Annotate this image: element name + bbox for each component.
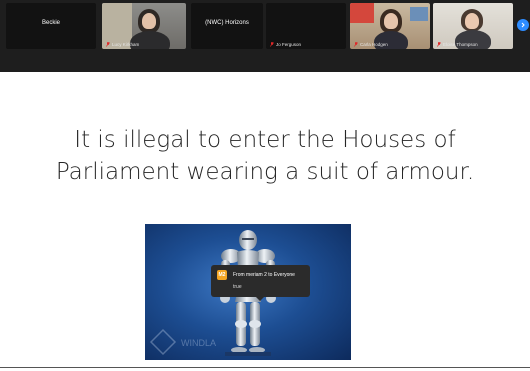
person-face bbox=[384, 13, 398, 29]
person-face bbox=[465, 13, 479, 29]
mic-muted-icon bbox=[270, 42, 274, 47]
next-page-button[interactable] bbox=[517, 19, 529, 31]
chat-message: true bbox=[233, 284, 242, 290]
participant-tile-eloise[interactable]: Eloise Thompson bbox=[433, 3, 513, 49]
participant-caption: Carla Hodgen bbox=[354, 42, 388, 47]
participant-caption: Jo Ferguson bbox=[270, 42, 301, 47]
participant-tile-nwc-horizons[interactable]: (NWC) Horizons bbox=[191, 3, 263, 49]
participant-name: Carla Hodgen bbox=[360, 42, 388, 47]
participant-name: Beckie bbox=[41, 20, 60, 26]
participant-name: Jo Ferguson bbox=[276, 42, 302, 47]
chat-avatar: M2 bbox=[217, 270, 227, 280]
participant-tile-lucy[interactable]: Lucy Kirkham bbox=[102, 3, 186, 49]
participant-tile-jo[interactable]: Jo Ferguson bbox=[266, 3, 346, 49]
divider bbox=[0, 367, 530, 368]
mic-muted-icon bbox=[437, 42, 441, 47]
participant-name: (NWC) Horizons bbox=[205, 20, 249, 26]
participant-gallery: Beckie Lucy Kirkham (NWC) Horizons Jo Fe… bbox=[0, 0, 530, 72]
slide-text: It is illegal to enter the Houses of Par… bbox=[55, 127, 475, 185]
mic-muted-icon bbox=[106, 42, 110, 47]
chat-notification[interactable]: M2 From meriam 2 to Everyone true bbox=[211, 265, 310, 297]
chat-sender: From meriam 2 to Everyone bbox=[233, 272, 295, 278]
participant-name: Lucy Kirkham bbox=[112, 42, 140, 47]
chevron-right-icon bbox=[521, 22, 525, 28]
participant-caption: Eloise Thompson bbox=[437, 42, 478, 47]
participant-caption: Lucy Kirkham bbox=[106, 42, 139, 47]
person-face bbox=[142, 13, 156, 29]
participant-tile-carla[interactable]: Carla Hodgen bbox=[350, 3, 430, 49]
mic-muted-icon bbox=[354, 42, 358, 47]
participant-tile-beckie[interactable]: Beckie bbox=[6, 3, 96, 49]
watermark: WINDLA bbox=[149, 328, 216, 356]
svg-text:WINDLA: WINDLA bbox=[181, 338, 216, 348]
video-background bbox=[350, 3, 374, 23]
participant-name: Eloise Thompson bbox=[443, 42, 478, 47]
shared-screen: It is illegal to enter the Houses of Par… bbox=[0, 72, 530, 371]
chat-notification-caret bbox=[256, 297, 264, 301]
video-background bbox=[410, 7, 428, 21]
